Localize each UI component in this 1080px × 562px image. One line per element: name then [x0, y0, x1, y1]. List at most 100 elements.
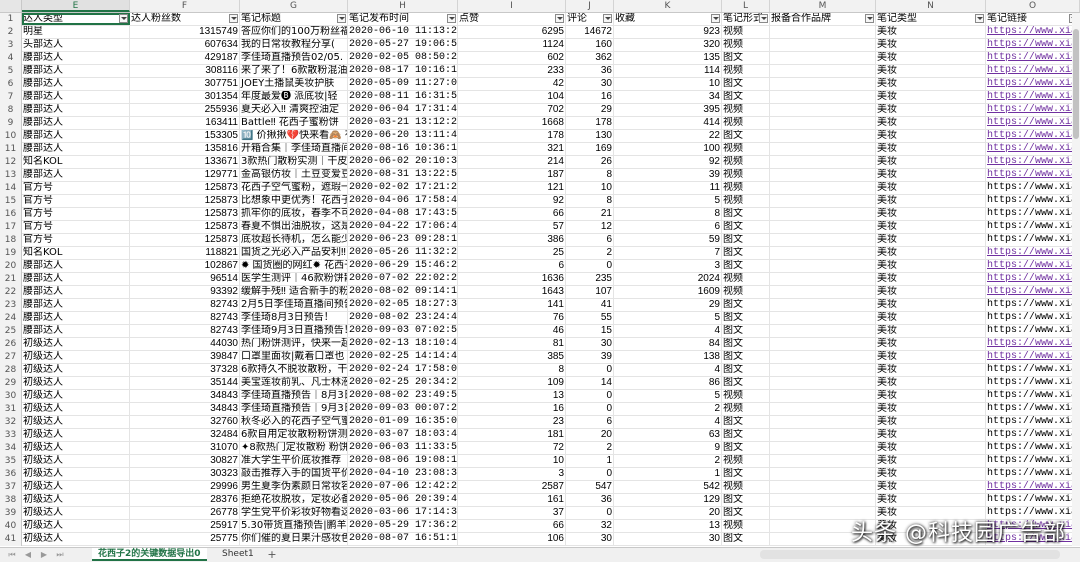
cell-link[interactable]: https://www.xia: [986, 273, 1080, 285]
cell-ntype[interactable]: 美妆: [876, 208, 986, 220]
cell-comments[interactable]: 36: [566, 494, 614, 506]
cell-fav[interactable]: 320: [614, 39, 722, 51]
cell-brand[interactable]: [770, 338, 876, 350]
cell-link[interactable]: https://www.xiaoh: [986, 312, 1080, 324]
cell-fans[interactable]: 34843: [130, 403, 240, 415]
cell-type[interactable]: 官方号: [22, 234, 130, 246]
cell-title[interactable]: 年度最爱🅑 派底妆|轻: [240, 91, 348, 103]
cell-fav[interactable]: 2: [614, 403, 722, 415]
cell-title[interactable]: 6款持久不脱妆散粉，干: [240, 364, 348, 376]
cell-form[interactable]: 图文: [722, 533, 770, 545]
cell-comments[interactable]: 10: [566, 182, 614, 194]
cell-likes[interactable]: 214: [458, 156, 566, 168]
row-number[interactable]: 38: [0, 494, 22, 507]
header-cell-type[interactable]: 达人类型: [22, 13, 130, 25]
cell-fav[interactable]: 542: [614, 481, 722, 493]
column-letter-g[interactable]: G: [240, 0, 348, 12]
cell-ntype[interactable]: 美妆: [876, 494, 986, 506]
cell-link[interactable]: https://www.xia: [986, 130, 1080, 142]
cell-ntype[interactable]: 美妆: [876, 234, 986, 246]
cell-title[interactable]: 李佳琦9月3日直播预告！: [240, 325, 348, 337]
cell-likes[interactable]: 66: [458, 208, 566, 220]
cell-time[interactable]: 2020-06-10 11:13:24: [348, 26, 458, 38]
cell-brand[interactable]: [770, 429, 876, 441]
cell-ntype[interactable]: 美妆: [876, 91, 986, 103]
cell-fav[interactable]: 39: [614, 169, 722, 181]
cell-form[interactable]: 图文: [722, 78, 770, 90]
cell-comments[interactable]: 36: [566, 65, 614, 77]
cell-type[interactable]: 初级达人: [22, 429, 130, 441]
prev-sheet-nav-icon[interactable]: ◀: [22, 549, 34, 560]
cell-form[interactable]: 视频: [722, 26, 770, 38]
cell-type[interactable]: 腰部达人: [22, 260, 130, 272]
cell-fans[interactable]: 35144: [130, 377, 240, 389]
cell-link[interactable]: https://www.xiaoh: [986, 455, 1080, 467]
horizontal-scrollbar[interactable]: [760, 550, 1060, 559]
row-number[interactable]: 40: [0, 520, 22, 533]
cell-likes[interactable]: 1636: [458, 273, 566, 285]
row-number[interactable]: 32: [0, 416, 22, 429]
cell-time[interactable]: 2020-07-06 12:42:25: [348, 481, 458, 493]
cell-likes[interactable]: 2587: [458, 481, 566, 493]
cell-title[interactable]: 抓牢你的底妆，春季不可: [240, 208, 348, 220]
cell-fans[interactable]: 82743: [130, 312, 240, 324]
cell-form[interactable]: 视频: [722, 169, 770, 181]
cell-comments[interactable]: 0: [566, 468, 614, 480]
cell-likes[interactable]: 386: [458, 234, 566, 246]
cell-type[interactable]: 腰部达人: [22, 91, 130, 103]
cell-time[interactable]: 2020-06-29 15:46:28: [348, 260, 458, 272]
cell-fav[interactable]: 7: [614, 247, 722, 259]
cell-ntype[interactable]: 美妆: [876, 78, 986, 90]
cell-likes[interactable]: 104: [458, 91, 566, 103]
cell-comments[interactable]: 12: [566, 221, 614, 233]
cell-fans[interactable]: 30827: [130, 455, 240, 467]
cell-link[interactable]: https://www.xia: [986, 169, 1080, 181]
cell-title[interactable]: 热门粉饼测评，快来一起: [240, 338, 348, 350]
sheet-tab-active[interactable]: 花西子2的关键数据导出0: [92, 548, 207, 561]
cell-fav[interactable]: 2024: [614, 273, 722, 285]
row-number[interactable]: 39: [0, 507, 22, 520]
cell-link[interactable]: https://www.xia: [986, 26, 1080, 38]
cell-brand[interactable]: [770, 299, 876, 311]
cell-fans[interactable]: 29996: [130, 481, 240, 493]
cell-title[interactable]: 🔟 价揪揪💔快来看🙈 有: [240, 130, 348, 142]
cell-fav[interactable]: 2: [614, 455, 722, 467]
cell-title[interactable]: Battle‼ 花西子蜜粉饼: [240, 117, 348, 129]
cell-form[interactable]: 图文: [722, 338, 770, 350]
cell-fav[interactable]: 5: [614, 195, 722, 207]
cell-time[interactable]: 2020-09-03 00:07:20: [348, 403, 458, 415]
cell-likes[interactable]: 6: [458, 260, 566, 272]
cell-fav[interactable]: 9: [614, 442, 722, 454]
cell-link[interactable]: https://www.xia: [986, 351, 1080, 363]
cell-form[interactable]: 视频: [722, 182, 770, 194]
cell-ntype[interactable]: 美妆: [876, 299, 986, 311]
cell-ntype[interactable]: 美妆: [876, 403, 986, 415]
cell-brand[interactable]: [770, 26, 876, 38]
cell-time[interactable]: 2020-08-02 23:24:40: [348, 312, 458, 324]
cell-brand[interactable]: [770, 390, 876, 402]
cell-form[interactable]: 视频: [722, 65, 770, 77]
select-all-corner[interactable]: [0, 0, 22, 12]
cell-fav[interactable]: 1609: [614, 286, 722, 298]
cell-ntype[interactable]: 美妆: [876, 247, 986, 259]
cell-link[interactable]: https://www.xia: [986, 117, 1080, 129]
cell-link[interactable]: https://www.xiaoh: [986, 208, 1080, 220]
vertical-scrollbar[interactable]: [1072, 13, 1080, 546]
row-number[interactable]: 28: [0, 364, 22, 377]
cell-ntype[interactable]: 美妆: [876, 312, 986, 324]
cell-title[interactable]: 6款自用定妆散粉粉饼测: [240, 429, 348, 441]
cell-brand[interactable]: [770, 481, 876, 493]
cell-comments[interactable]: 8: [566, 169, 614, 181]
cell-comments[interactable]: 30: [566, 78, 614, 90]
cell-time[interactable]: 2020-07-02 22:02:25: [348, 273, 458, 285]
cell-link[interactable]: https://www.xiaoh: [986, 390, 1080, 402]
cell-time[interactable]: 2020-04-08 17:43:53: [348, 208, 458, 220]
row-number[interactable]: 31: [0, 403, 22, 416]
cell-type[interactable]: 官方号: [22, 195, 130, 207]
cell-fans[interactable]: 96514: [130, 273, 240, 285]
row-number[interactable]: 13: [0, 169, 22, 182]
cell-title[interactable]: 答应你们的100万粉丝福: [240, 26, 348, 38]
row-number[interactable]: 25: [0, 325, 22, 338]
cell-brand[interactable]: [770, 273, 876, 285]
cell-ntype[interactable]: 美妆: [876, 377, 986, 389]
